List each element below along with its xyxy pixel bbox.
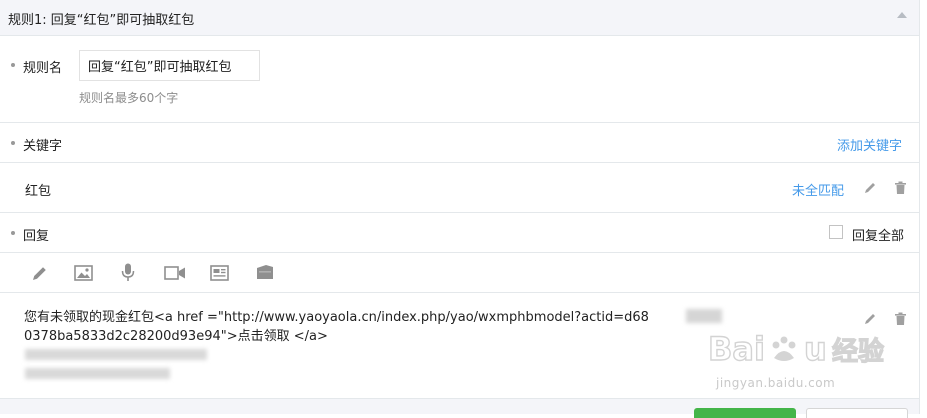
redacted-text xyxy=(686,309,722,323)
redacted-text xyxy=(25,349,207,360)
microphone-icon[interactable] xyxy=(121,263,135,286)
keyword-text: 红包 xyxy=(25,184,52,199)
match-mode-link[interactable]: 未全匹配 xyxy=(792,180,844,199)
delete-trash-icon[interactable] xyxy=(894,312,907,330)
svg-text:Bai: Bai xyxy=(708,330,765,368)
rule-name-hint: 规则名最多60个字 xyxy=(79,91,179,105)
reply-label: 回复 xyxy=(23,229,50,244)
bullet-icon xyxy=(11,63,15,67)
svg-text:经验: 经验 xyxy=(832,336,884,367)
watermark-url: jingyan.baidu.com xyxy=(716,376,836,390)
divider xyxy=(0,292,919,293)
save-button[interactable] xyxy=(694,408,796,418)
delete-trash-icon[interactable] xyxy=(894,181,907,199)
bullet-icon xyxy=(11,141,15,145)
rule-name-label: 规则名 xyxy=(23,61,63,76)
rule-header[interactable]: 规则1: 回复“红包”即可抽取红包 xyxy=(0,0,919,36)
divider xyxy=(0,162,919,163)
reply-all-checkbox[interactable] xyxy=(829,225,843,239)
rule-panel: 规则1: 回复“红包”即可抽取红包 规则名 规则名最多60个字 关键字 添加关键… xyxy=(0,0,920,418)
video-icon[interactable] xyxy=(164,265,186,285)
reply-message: 您有未领取的现金红包<a href ="http://www.yaoyaola.… xyxy=(24,308,744,346)
divider xyxy=(0,252,919,253)
add-keyword-link[interactable]: 添加关键字 xyxy=(837,135,902,154)
reply-message-line: 您有未领取的现金红包<a href ="http://www.yaoyaola.… xyxy=(24,310,649,325)
redacted-text xyxy=(25,368,170,379)
svg-text:u: u xyxy=(804,330,827,368)
rule-name-input[interactable] xyxy=(79,50,260,81)
image-icon[interactable] xyxy=(74,265,93,285)
collapse-arrow-icon[interactable] xyxy=(897,12,907,18)
edit-pencil-icon[interactable] xyxy=(863,312,877,330)
delete-rule-button[interactable] xyxy=(806,408,908,418)
edit-pencil-icon[interactable] xyxy=(863,181,877,199)
keyword-label: 关键字 xyxy=(23,139,63,154)
divider xyxy=(0,122,919,123)
bullet-icon xyxy=(11,231,15,235)
card-icon[interactable] xyxy=(256,264,274,285)
reply-message-line: 0378ba5833d2c28200d93e94">点击领取 </a> xyxy=(24,329,328,344)
news-icon[interactable] xyxy=(210,265,229,285)
rule-title: 规则1: 回复“红包”即可抽取红包 xyxy=(8,13,195,28)
pencil-icon[interactable] xyxy=(31,265,49,286)
divider xyxy=(0,212,919,213)
reply-all-label[interactable]: 回复全部 xyxy=(852,225,904,244)
